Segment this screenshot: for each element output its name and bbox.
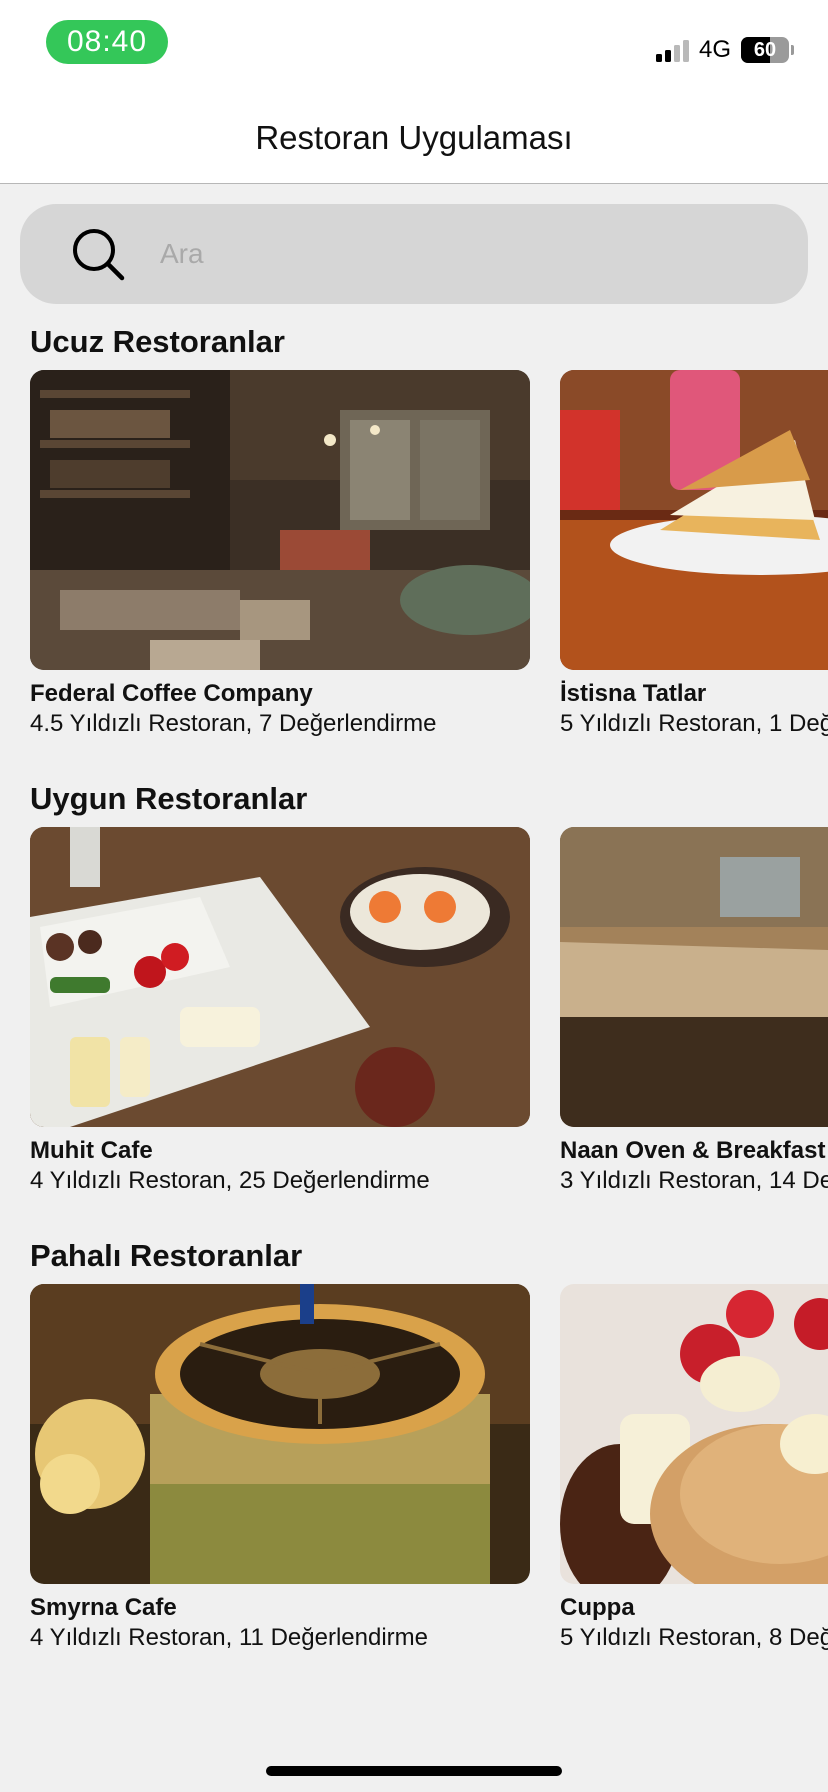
battery-tip [791, 45, 794, 55]
section-title: Ucuz Restoranlar [30, 324, 285, 359]
restaurant-card[interactable]: Cuppa 5 Yıldızlı Restoran, 8 Değerlendir… [560, 1284, 828, 1654]
restaurant-card[interactable]: Naan Oven & Breakfast 3 Yıldızlı Restora… [560, 827, 828, 1197]
status-time: 08:40 [46, 20, 168, 64]
dessert-glass-photo [30, 1284, 530, 1584]
battery-level: 60 [753, 38, 777, 61]
section-affordable-restaurants: Uygun Restoranlar Muhit Cafe 4 Yıldızlı … [0, 781, 828, 1201]
search-icon [73, 229, 125, 281]
section-expensive-restaurants: Pahalı Restoranlar Smyrna Cafe 4 Yıldızl… [0, 1238, 828, 1658]
restaurant-name: Federal Coffee Company [30, 680, 313, 707]
pancakes-fruit-photo [560, 1284, 828, 1584]
restaurant-rating: 4.5 Yıldızlı Restoran, 7 Değerlendirme [30, 710, 437, 737]
breakfast-platter-photo [30, 827, 530, 1127]
restaurant-card[interactable]: Federal Coffee Company 4.5 Yıldızlı Rest… [30, 370, 530, 740]
bread-slice-photo [560, 827, 828, 1127]
restaurant-rating: 4 Yıldızlı Restoran, 11 Değerlendirme [30, 1624, 428, 1651]
restaurant-name: Naan Oven & Breakfast [560, 1137, 826, 1164]
search-bar[interactable] [20, 204, 808, 304]
restaurant-name: Cuppa [560, 1594, 635, 1621]
restaurant-carousel[interactable]: Smyrna Cafe 4 Yıldızlı Restoran, 11 Değe… [30, 1284, 828, 1664]
restaurant-carousel[interactable]: Federal Coffee Company 4.5 Yıldızlı Rest… [30, 370, 828, 750]
restaurant-rating: 4 Yıldızlı Restoran, 25 Değerlendirme [30, 1167, 430, 1194]
restaurant-card[interactable]: İstisna Tatlar 5 Yıldızlı Restoran, 1 De… [560, 370, 828, 740]
restaurant-rating: 3 Yıldızlı Restoran, 14 Değerlendirme [560, 1167, 828, 1194]
restaurant-card[interactable]: Smyrna Cafe 4 Yıldızlı Restoran, 11 Değe… [30, 1284, 530, 1654]
section-title: Uygun Restoranlar [30, 781, 308, 816]
cafe-interior-photo [30, 370, 530, 670]
restaurant-rating: 5 Yıldızlı Restoran, 1 Değerlendirme [560, 710, 828, 737]
restaurant-rating: 5 Yıldızlı Restoran, 8 Değerlendirme [560, 1624, 828, 1651]
navigation-header: Restoran Uygulaması [0, 92, 828, 184]
page-title: Restoran Uygulaması [255, 118, 573, 156]
restaurant-name: İstisna Tatlar [560, 680, 707, 707]
section-cheap-restaurants: Ucuz Restoranlar Federal Coffee Company … [0, 324, 828, 744]
cellular-signal-icon [655, 38, 689, 62]
search-input[interactable] [160, 230, 760, 278]
section-title: Pahalı Restoranlar [30, 1238, 303, 1273]
cake-and-drink-photo [560, 370, 828, 670]
home-indicator[interactable] [266, 1766, 562, 1776]
status-bar: 08:40 4G 60 [0, 0, 828, 92]
restaurant-name: Smyrna Cafe [30, 1594, 177, 1621]
restaurant-carousel[interactable]: Muhit Cafe 4 Yıldızlı Restoran, 25 Değer… [30, 827, 828, 1207]
network-type: 4G [698, 36, 731, 63]
restaurant-card[interactable]: Muhit Cafe 4 Yıldızlı Restoran, 25 Değer… [30, 827, 530, 1197]
restaurant-name: Muhit Cafe [30, 1137, 153, 1164]
battery-icon: 60 [741, 37, 789, 63]
status-indicators: 4G 60 [655, 34, 794, 66]
